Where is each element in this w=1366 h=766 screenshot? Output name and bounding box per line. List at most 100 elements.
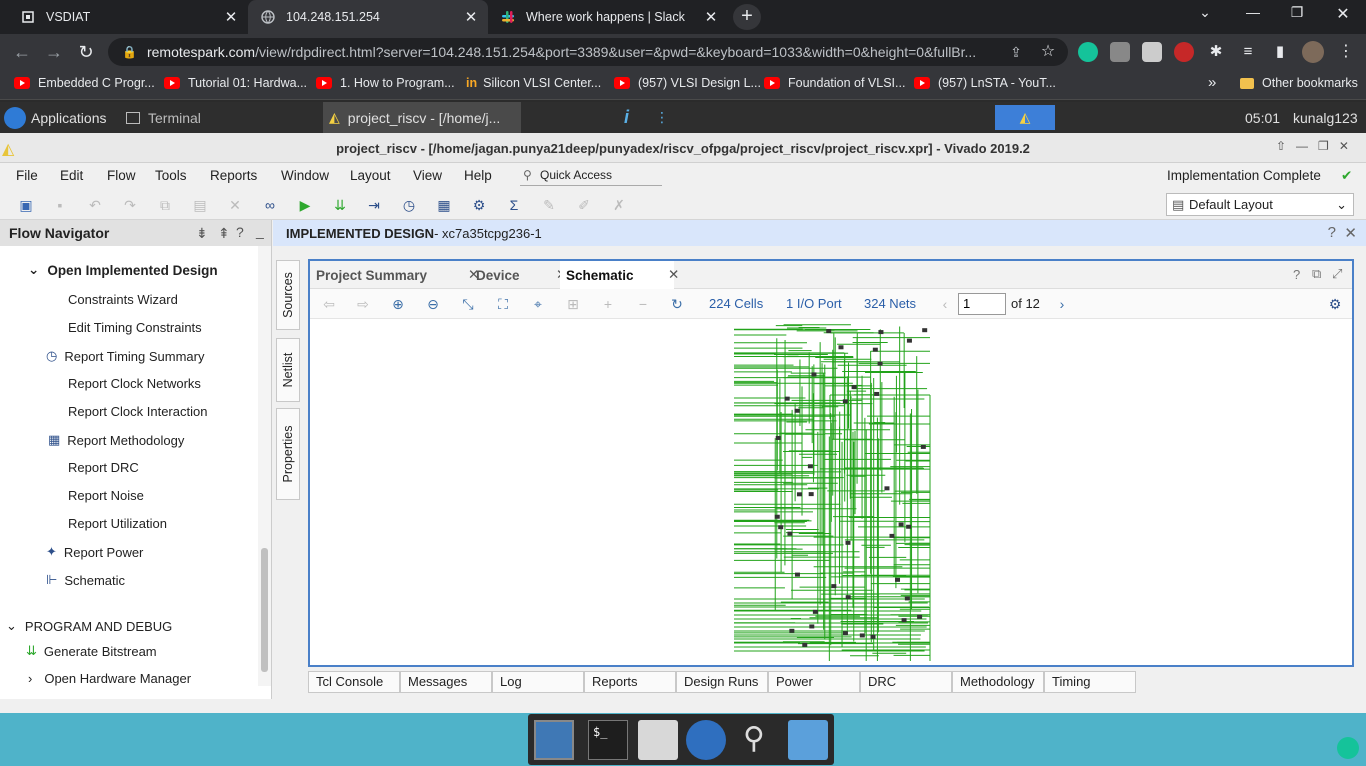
report-noise-item[interactable]: Report Noise (68, 488, 144, 503)
save-icon[interactable]: ▪ (50, 195, 70, 215)
schematic-cell[interactable] (775, 435, 781, 440)
zoom-in-icon[interactable]: ⊕ (389, 295, 407, 313)
address-bar[interactable]: 🔒 remotespark.com/view/rdpdirect.html?se… (108, 38, 1068, 66)
applications-menu[interactable]: Applications (4, 102, 107, 133)
clipboard-icon[interactable]: ▦ (434, 195, 454, 215)
bookmark-star-icon[interactable]: ☆ (1036, 40, 1060, 64)
restore-button[interactable]: ❐ (1282, 4, 1312, 21)
report-power-item[interactable]: ✦ Report Power (46, 544, 143, 560)
share-icon[interactable]: ⇪ (1004, 40, 1028, 64)
layout-select[interactable]: ▤ Default Layout ⌄ (1166, 193, 1354, 216)
program-device-icon[interactable]: ⇊ (330, 195, 350, 215)
gear-icon[interactable]: ⚙ (1326, 295, 1344, 313)
close-icon[interactable]: ✕ (700, 8, 722, 26)
paste-icon[interactable]: ▤ (190, 195, 210, 215)
schematic-cell[interactable] (901, 618, 907, 623)
tab-messages[interactable]: Messages (400, 671, 492, 693)
generate-bitstream-item[interactable]: ⇊ Generate Bitstream (26, 643, 157, 659)
bookmark-item[interactable]: Foundation of VLSI... (764, 76, 905, 90)
quick-access-input[interactable]: ⚲ Quick Access (520, 166, 662, 186)
schematic-cell[interactable] (838, 345, 844, 350)
open-project-icon[interactable]: ▣ (16, 195, 36, 215)
disabled-tool-icon[interactable]: ✎ (539, 195, 559, 215)
schematic-cell[interactable] (796, 492, 802, 497)
disabled-tool-icon[interactable]: ✗ (609, 195, 629, 215)
other-bookmarks-folder[interactable]: Other bookmarks (1240, 76, 1358, 90)
schematic-cell[interactable] (787, 531, 793, 536)
scrollbar-thumb[interactable] (261, 548, 268, 672)
puzzle-icon[interactable]: ✱ (1204, 40, 1228, 64)
schematic-cell[interactable] (774, 514, 780, 519)
kebab-menu-icon[interactable]: ⋮ (1334, 40, 1358, 64)
tab-timing[interactable]: Timing (1044, 671, 1136, 693)
tab-methodology[interactable]: Methodology (952, 671, 1044, 693)
schematic-cell[interactable] (884, 486, 890, 491)
workspace-switcher[interactable]: ◭ (995, 105, 1055, 130)
reload-button[interactable]: ↻ (74, 40, 98, 64)
expand-cell-icon[interactable]: ⊞ (564, 295, 582, 313)
extension-icon[interactable] (1110, 42, 1130, 62)
adblock-icon[interactable] (1174, 42, 1194, 62)
edit-timing-constraints-item[interactable]: Edit Timing Constraints (68, 320, 202, 335)
schematic-cell[interactable] (842, 399, 848, 404)
schematic-cell[interactable] (906, 338, 912, 343)
arrow-right-icon[interactable]: ⇨ (354, 295, 372, 313)
report-clock-networks-item[interactable]: Report Clock Networks (68, 376, 201, 391)
side-panel-icon[interactable]: ▮ (1268, 40, 1292, 64)
gear-icon[interactable]: ⚙ (469, 195, 489, 215)
copy-icon[interactable]: ⧉ (155, 195, 175, 215)
minimize-icon[interactable]: _ (256, 223, 264, 239)
help-icon[interactable]: ? (236, 224, 244, 240)
binoculars-icon[interactable]: ∞ (260, 195, 280, 215)
open-hardware-manager-item[interactable]: › Open Hardware Manager (28, 671, 191, 686)
crosshair-icon[interactable]: ⌖ (529, 295, 547, 313)
menu-help[interactable]: Help (464, 168, 492, 183)
tab-drc[interactable]: DRC (860, 671, 952, 693)
schematic-cell[interactable] (877, 361, 883, 366)
minimize-button[interactable]: — (1238, 4, 1268, 20)
flow-navigator-scrollbar[interactable] (258, 246, 271, 686)
arrow-left-icon[interactable]: ⇦ (320, 295, 338, 313)
schematic-cell[interactable] (895, 577, 901, 582)
search-icon[interactable]: ⚲ (734, 720, 774, 760)
tab-sources[interactable]: Sources (276, 260, 300, 330)
schematic-cell[interactable] (802, 642, 808, 647)
close-window-button[interactable]: ✕ (1328, 4, 1358, 24)
chevron-down-icon[interactable]: ⌄ (1190, 4, 1220, 21)
tab-schematic[interactable]: Schematic ✕ (560, 261, 679, 289)
terminal-launcher[interactable]: Terminal (126, 102, 201, 133)
menu-edit[interactable]: Edit (60, 168, 83, 183)
menu-view[interactable]: View (413, 168, 442, 183)
expand-all-icon[interactable]: ⇞ (218, 225, 230, 242)
schematic-cell[interactable] (889, 533, 895, 538)
browser-tab-rdp[interactable]: 104.248.151.254 ✕ (248, 0, 488, 34)
cells-count[interactable]: 224 Cells (709, 296, 763, 311)
refresh-icon[interactable]: ↻ (668, 295, 686, 313)
schematic-cell[interactable] (859, 633, 865, 638)
report-drc-item[interactable]: Report DRC (68, 460, 139, 475)
avatar[interactable] (1302, 41, 1324, 63)
schematic-cell[interactable] (789, 628, 795, 633)
grammarly-icon[interactable] (1078, 42, 1098, 62)
home-folder-icon[interactable] (638, 720, 678, 760)
forward-button[interactable]: → (42, 40, 66, 64)
schematic-cell[interactable] (851, 385, 857, 390)
help-icon[interactable]: ? (1328, 224, 1336, 241)
bookmark-item[interactable]: (957) LnSTA - YouT... (914, 76, 1056, 90)
schematic-cell[interactable] (809, 624, 815, 629)
close-icon[interactable]: ✕ (460, 8, 482, 26)
bookmark-item[interactable]: Tutorial 01: Hardwa... (164, 76, 307, 90)
minus-icon[interactable]: − (634, 295, 652, 313)
run-icon[interactable]: ▶ (295, 195, 315, 215)
help-icon[interactable]: ? (1293, 267, 1300, 282)
close-icon[interactable]: ✕ (668, 267, 679, 283)
nets-count[interactable]: 324 Nets (864, 296, 916, 311)
schematic-cell[interactable] (831, 584, 837, 589)
grammarly-icon[interactable] (1337, 737, 1359, 759)
schematic-cell[interactable] (794, 572, 800, 577)
new-tab-button[interactable]: + (733, 4, 761, 30)
schematic-cell[interactable] (794, 408, 800, 413)
tab-design-runs[interactable]: Design Runs (676, 671, 768, 693)
schematic-cell[interactable] (811, 372, 817, 377)
page-prev-icon[interactable]: ‹ (936, 295, 954, 313)
